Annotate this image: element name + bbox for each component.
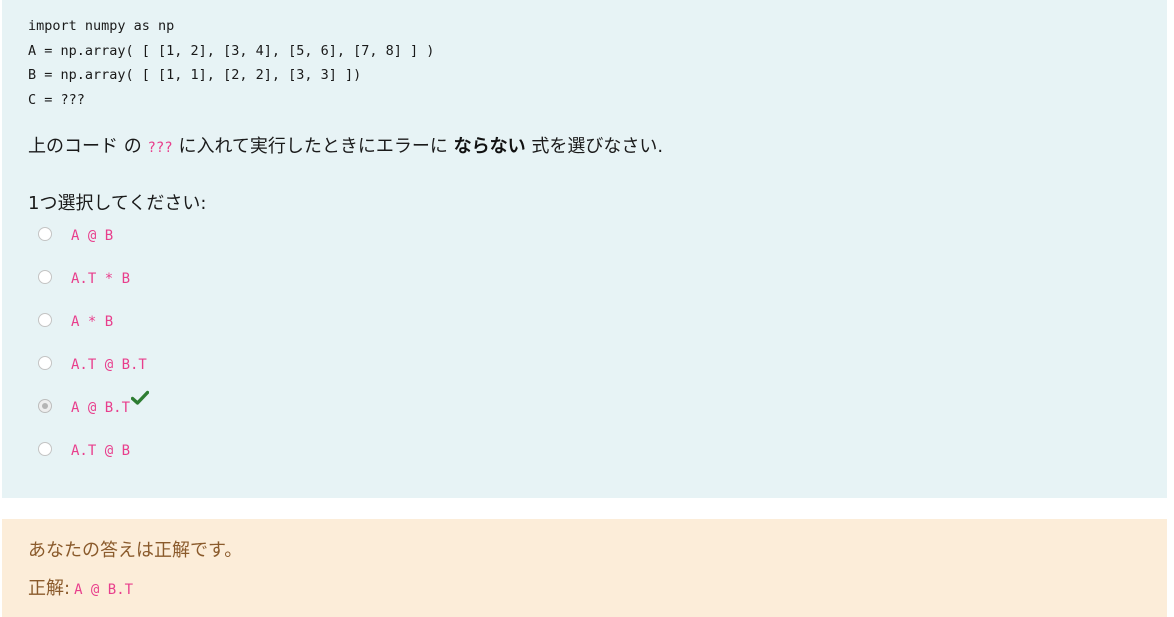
option-label: A.T @ B	[71, 443, 131, 459]
check-icon	[131, 390, 150, 405]
option-a-mul-b[interactable]: A * B	[38, 308, 149, 351]
option-a-matmul-bt[interactable]: A @ B.T	[38, 390, 150, 437]
code-line-a: A = np.array( [ [1, 2], [3, 4], [5, 6], …	[28, 42, 435, 59]
option-a-matmul-b[interactable]: A @ B	[38, 222, 149, 265]
option-label: A @ B	[71, 228, 114, 244]
right-answer-value: A @ B.T	[74, 582, 134, 598]
option-radio[interactable]	[38, 270, 52, 284]
answer-options: A @ B A.T * B A * B A.T @ B.T A @ B.T A.…	[38, 222, 150, 480]
option-radio[interactable]	[38, 227, 52, 241]
select-instruction: 1つ選択してください:	[28, 193, 207, 214]
right-answer-label: 正解:	[28, 578, 71, 599]
code-line-c: C = ???	[28, 91, 85, 108]
option-radio[interactable]	[38, 356, 52, 370]
question-prompt: 上のコード の ??? に入れて実行したときにエラーに ならない 式を選びなさい…	[28, 132, 663, 158]
code-line-import: import numpy as np	[28, 18, 175, 34]
option-label: A * B	[71, 314, 114, 330]
option-label: A @ B.T	[71, 400, 131, 416]
option-radio[interactable]	[38, 313, 52, 327]
option-label: A.T * B	[71, 271, 131, 287]
option-radio-selected[interactable]	[38, 399, 52, 413]
option-at-matmul-bt[interactable]: A.T @ B.T	[38, 351, 149, 394]
option-radio[interactable]	[38, 442, 52, 456]
prompt-emphasis: ならない	[453, 136, 526, 157]
prompt-text-before: 上のコード の	[28, 136, 148, 157]
code-line-b: B = np.array( [ [1, 1], [2, 2], [3, 3] ]…	[28, 67, 362, 83]
prompt-placeholder: ???	[147, 140, 173, 156]
code-block: import numpy as np A = np.array( [ [1, 2]…	[28, 14, 434, 112]
option-at-matmul-b[interactable]: A.T @ B	[38, 437, 149, 480]
option-label: A.T @ B.T	[71, 357, 147, 373]
feedback-panel: あなたの答えは正解です。 正解: A @ B.T	[2, 519, 1167, 617]
question-panel: import numpy as np A = np.array( [ [1, 2]…	[2, 0, 1167, 498]
prompt-text-after: 式を選びなさい.	[525, 136, 664, 157]
right-answer: 正解: A @ B.T	[28, 574, 133, 600]
option-at-mul-b[interactable]: A.T * B	[38, 265, 149, 308]
prompt-text-middle: に入れて実行したときにエラーに	[172, 136, 454, 157]
feedback-message: あなたの答えは正解です。	[28, 540, 243, 561]
